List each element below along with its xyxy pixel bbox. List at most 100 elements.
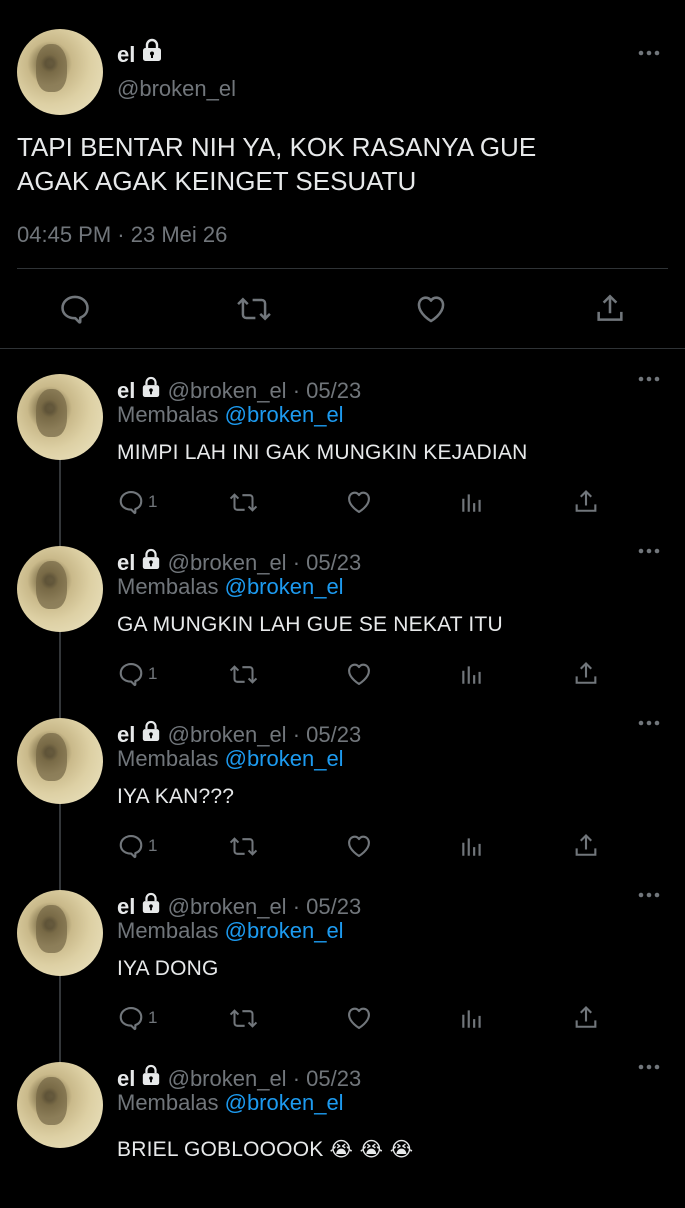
analytics-icon[interactable] [459,661,485,687]
analytics-icon[interactable] [459,489,485,515]
reply-tweet[interactable]: el @broken_el · 05/23 Membalas @broken_e… [0,520,685,692]
reply-header: el @broken_el · 05/23 [117,376,361,404]
avatar[interactable] [17,890,103,976]
retweet-icon[interactable] [228,1005,259,1032]
more-options-icon[interactable] [638,714,660,732]
like-icon[interactable] [345,660,373,688]
reply-text: IYA KAN??? [117,785,235,808]
replying-label: Membalas [117,574,219,599]
more-options-icon[interactable] [638,44,660,62]
reply-date: 05/23 [306,722,362,747]
tweet-date: 23 Mei 26 [130,222,228,247]
replying-to: Membalas @broken_el [117,918,344,944]
reply-date: 05/23 [306,1066,362,1091]
tweet-timestamp[interactable]: 04:45 PM · 23 Mei 26 [17,222,227,248]
author-name: el [117,378,136,403]
like-icon[interactable] [345,832,373,860]
reply-date: 05/23 [306,378,362,403]
author-name: el [117,42,136,67]
reply-tweet[interactable]: el @broken_el · 05/23 Membalas @broken_e… [0,1036,685,1208]
reply-date: 05/23 [306,550,362,575]
reply-icon[interactable] [117,488,145,516]
reply-tweet[interactable]: el @broken_el · 05/23 Membalas @broken_e… [0,348,685,520]
share-icon[interactable] [572,488,600,516]
share-icon[interactable] [572,660,600,688]
meta-separator: · [117,222,125,247]
share-icon[interactable] [593,292,627,326]
avatar[interactable] [17,718,103,804]
analytics-icon[interactable] [459,833,485,859]
reply-tweet[interactable]: el @broken_el · 05/23 Membalas @broken_e… [0,692,685,864]
author-handle: @broken_el [117,76,236,101]
divider [17,268,668,269]
retweet-icon[interactable] [228,833,259,860]
retweet-icon[interactable] [228,661,259,688]
more-options-icon[interactable] [638,1058,660,1076]
author-name: el [117,1066,136,1091]
reply-text-content: BRIEL GOBLOOOOK [117,1138,324,1161]
reply-icon[interactable] [117,1004,145,1032]
reply-icon[interactable] [117,832,145,860]
replying-to-link[interactable]: @broken_el [225,746,344,771]
meta-separator: · [292,894,301,919]
reply-text: MIMPI LAH INI GAK MUNGKIN KEJADIAN [117,441,528,464]
more-options-icon[interactable] [638,370,660,388]
replying-to-link[interactable]: @broken_el [225,1090,344,1115]
meta-separator: · [292,550,301,575]
reply-count: 1 [148,492,158,511]
reply-tweet[interactable]: el @broken_el · 05/23 Membalas @broken_e… [0,864,685,1036]
tweet-text: TAPI BENTAR NIH YA, KOK RASANYA GUE AGAK… [17,130,657,198]
replying-to: Membalas @broken_el [117,746,344,772]
like-icon[interactable] [414,292,448,326]
meta-separator: · [292,722,301,747]
avatar[interactable] [17,374,103,460]
reply-header: el @broken_el · 05/23 [117,1064,361,1092]
like-icon[interactable] [345,1004,373,1032]
share-icon[interactable] [572,832,600,860]
avatar[interactable] [17,1062,103,1148]
author-handle: @broken_el [167,550,287,575]
lock-icon [141,892,161,914]
replying-label: Membalas [117,1090,219,1115]
avatar[interactable] [17,546,103,632]
replying-to-link[interactable]: @broken_el [225,402,344,427]
avatar[interactable] [17,29,103,115]
retweet-icon[interactable] [236,292,272,326]
author-name-row: el [117,38,163,68]
lock-icon [141,376,161,398]
reply-count: 1 [148,664,158,683]
reply-text: IYA DONG [117,957,219,980]
replying-label: Membalas [117,402,219,427]
reply-icon[interactable] [58,292,92,326]
more-options-icon[interactable] [638,886,660,904]
tweet-text-line: TAPI BENTAR NIH YA, KOK RASANYA GUE [17,132,537,162]
author-handle: @broken_el [167,722,287,747]
replying-label: Membalas [117,746,219,771]
retweet-icon[interactable] [228,489,259,516]
reply-date: 05/23 [306,894,362,919]
replying-to-link[interactable]: @broken_el [225,918,344,943]
meta-separator: · [292,1066,301,1091]
author-name: el [117,894,136,919]
lock-icon [141,548,161,570]
reply-count: 1 [148,1008,158,1027]
replying-to: Membalas @broken_el [117,1090,344,1116]
author-name: el [117,722,136,747]
replying-to: Membalas @broken_el [117,574,344,600]
replying-to-link[interactable]: @broken_el [225,574,344,599]
reply-count: 1 [148,836,158,855]
reply-icon[interactable] [117,660,145,688]
reply-text: GA MUNGKIN LAH GUE SE NEKAT ITU [117,613,503,636]
author-handle: @broken_el [167,1066,287,1091]
like-icon[interactable] [345,488,373,516]
analytics-icon[interactable] [459,1005,485,1031]
share-icon[interactable] [572,1004,600,1032]
reply-header: el @broken_el · 05/23 [117,548,361,576]
lock-icon [141,720,161,742]
meta-separator: · [292,378,301,403]
tweet-time: 04:45 PM [17,222,112,247]
author-handle: @broken_el [167,378,287,403]
more-options-icon[interactable] [638,542,660,560]
replying-label: Membalas [117,918,219,943]
lock-icon [141,1064,161,1086]
